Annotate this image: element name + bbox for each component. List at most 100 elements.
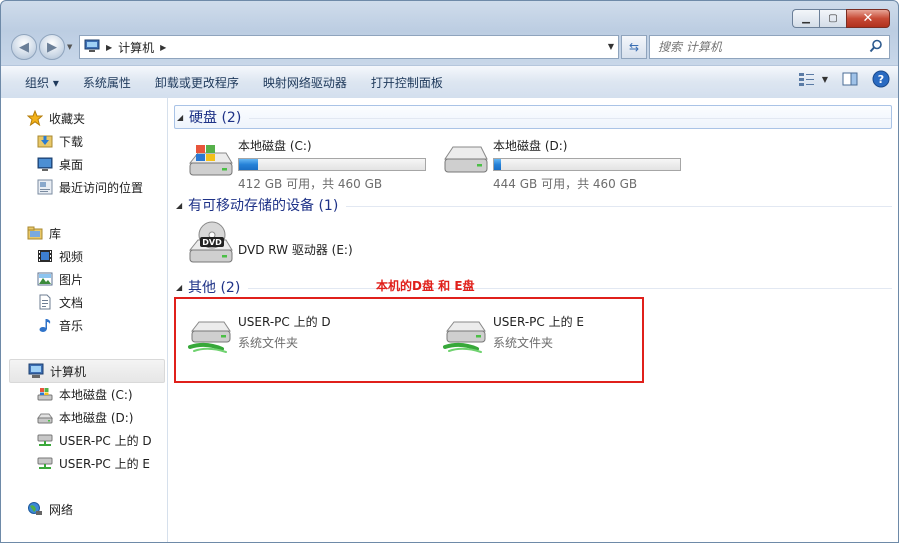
share-d-tile[interactable]: USER-PC 上的 D 系统文件夹 [184,309,429,357]
annotation-label: 本机的D盘 和 E盘 [376,279,475,293]
view-controls: ▼ ? [784,70,890,88]
network-drive-icon [37,455,53,471]
video-icon [37,248,53,264]
chevron-down-icon: ▼ [821,74,828,84]
collapse-icon[interactable]: ◢ [176,283,188,292]
help-button[interactable]: ? [872,70,890,88]
sidebar-item-share-e[interactable]: USER-PC 上的 E [37,452,150,474]
refresh-icon: ⇆ [628,40,640,54]
dvd-drive-tile[interactable]: DVD DVD RW 驱动器 (E:) [184,218,429,266]
maximize-button[interactable]: ▢ [819,9,846,28]
control-panel-button[interactable]: 打开控制面板 [359,69,455,95]
sidebar-item-favorites[interactable]: 收藏夹 [27,107,85,129]
drive-free-space: 444 GB 可用，共 460 GB [493,177,638,191]
hard-drive-icon [37,409,53,425]
arrow-left-icon: ◀ [19,39,29,55]
view-icon [798,73,814,86]
drive-usage-bar [238,158,426,171]
content-pane: ◢ 硬盘 (2) 本地磁盘 (C:) 412 GB 可用，共 460 GB 本地… [168,98,898,542]
sidebar-item-music[interactable]: 音乐 [37,314,83,336]
view-options-button[interactable]: ▼ [798,72,828,86]
uninstall-button[interactable]: 卸载或更改程序 [143,69,251,95]
drive-usage-fill [494,159,501,170]
sidebar-item-drive-c[interactable]: 本地磁盘 (C:) [37,383,133,405]
network-globe-icon [27,501,43,517]
sidebar-item-computer[interactable]: 计算机 [9,359,165,383]
breadcrumb-separator-icon[interactable]: ▶ [160,43,166,52]
network-drive-icon [439,309,491,357]
collapse-icon[interactable]: ◢ [176,201,188,210]
share-name: USER-PC 上的 E [493,315,584,329]
system-drive-icon [184,133,236,181]
sidebar-item-desktop[interactable]: 桌面 [37,153,83,175]
drive-name: DVD RW 驱动器 (E:) [238,242,353,257]
sidebar-item-videos[interactable]: 视频 [37,245,83,267]
star-icon [27,110,43,126]
preview-pane-icon [842,72,858,86]
desktop-icon [37,156,53,172]
back-button[interactable]: ◀ [11,34,37,60]
search-icon[interactable] [869,39,883,56]
address-bar[interactable]: ▶ 计算机 ▶ ▼ [79,35,619,59]
share-type: 系统文件夹 [238,336,299,350]
navigation-pane: 收藏夹 下载 桌面 最近访问的位置 库 视频 图片 文档 音乐 计算机 本地磁盘… [1,98,168,542]
group-header-removable[interactable]: ◢ 有可移动存储的设备 (1) [174,194,892,216]
system-drive-icon [37,386,53,402]
picture-icon [37,271,53,287]
help-icon: ? [872,70,890,88]
close-button[interactable]: ✕ [846,9,890,28]
library-icon [27,225,43,241]
hard-drive-icon [439,133,491,181]
sidebar-item-share-d[interactable]: USER-PC 上的 D [37,429,152,451]
drive-name: 本地磁盘 (D:) [493,139,568,153]
drive-c-tile[interactable]: 本地磁盘 (C:) 412 GB 可用，共 460 GB [184,133,429,192]
music-note-icon [37,317,53,333]
navigation-row: ◀ ▶ ▼ ▶ 计算机 ▶ ▼ ⇆ [9,33,890,61]
share-name: USER-PC 上的 D [238,315,331,329]
download-folder-icon [37,133,53,149]
collapse-icon[interactable]: ◢ [177,113,189,122]
network-drive-icon [184,309,236,357]
arrow-right-icon: ▶ [47,39,57,55]
share-e-tile[interactable]: USER-PC 上的 E 系统文件夹 [439,309,684,357]
refresh-button[interactable]: ⇆ [621,35,647,59]
recent-places-icon [37,179,53,195]
drive-usage-fill [239,159,259,170]
drive-name: 本地磁盘 (C:) [238,139,312,153]
drive-d-tile[interactable]: 本地磁盘 (D:) 444 GB 可用，共 460 GB [439,133,684,192]
map-drive-button[interactable]: 映射网络驱动器 [251,69,359,95]
computer-icon [28,363,44,379]
computer-icon [84,39,100,56]
system-properties-button[interactable]: 系统属性 [71,69,143,95]
dvd-label: DVD [202,238,222,247]
group-header-hard-disks[interactable]: ◢ 硬盘 (2) [174,105,892,129]
sidebar-item-network[interactable]: 网络 [27,498,73,520]
sidebar-item-libraries[interactable]: 库 [27,222,61,244]
explorer-window: ▁ ▢ ✕ ◀ ▶ ▼ ▶ 计算机 ▶ ▼ ⇆ 搜索 计算机 组织 ▾ 系统属性… [0,0,899,543]
preview-pane-button[interactable] [842,72,858,86]
organize-button[interactable]: 组织 ▾ [1,69,71,95]
sidebar-item-pictures[interactable]: 图片 [37,268,83,290]
breadcrumb-separator-icon[interactable]: ▶ [106,43,112,52]
address-dropdown-icon[interactable]: ▼ [608,42,614,51]
share-type: 系统文件夹 [493,336,554,350]
network-drive-icon [37,432,53,448]
sidebar-item-downloads[interactable]: 下载 [37,130,83,152]
search-box [649,35,890,59]
breadcrumb-computer[interactable]: 计算机 [118,39,154,56]
history-dropdown-icon[interactable]: ▼ [67,43,72,51]
group-header-other[interactable]: ◢ 其他 (2) [174,276,892,298]
caption-buttons: ▁ ▢ ✕ [792,9,890,28]
sidebar-item-recent[interactable]: 最近访问的位置 [37,176,143,198]
search-input[interactable] [656,39,860,55]
sidebar-item-documents[interactable]: 文档 [37,291,83,313]
command-bar: 组织 ▾ 系统属性 卸载或更改程序 映射网络驱动器 打开控制面板 ▼ ? [1,65,898,99]
dvd-drive-icon: DVD [184,218,236,266]
minimize-button[interactable]: ▁ [792,9,819,28]
forward-button[interactable]: ▶ [39,34,65,60]
drive-usage-bar [493,158,681,171]
sidebar-item-drive-d[interactable]: 本地磁盘 (D:) [37,406,133,428]
svg-text:?: ? [878,73,884,86]
drive-free-space: 412 GB 可用，共 460 GB [238,177,383,191]
document-icon [37,294,53,310]
